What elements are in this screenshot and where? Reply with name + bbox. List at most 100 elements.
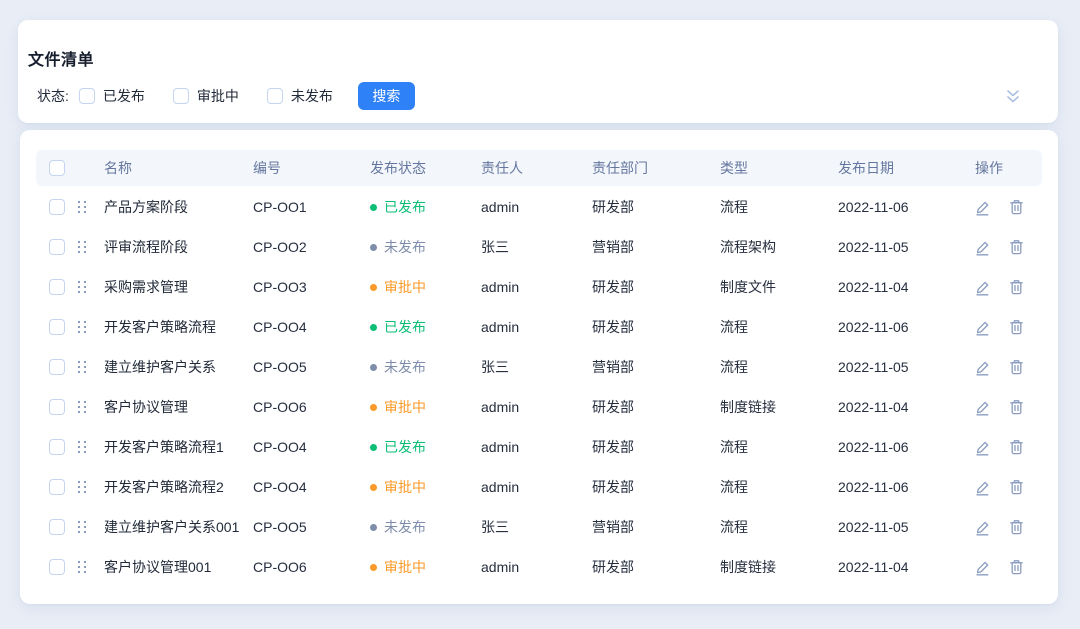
publish-date: 2022-11-04 bbox=[834, 399, 970, 415]
file-type: 制度链接 bbox=[716, 397, 834, 417]
search-button[interactable]: 搜索 bbox=[358, 82, 415, 110]
owner: admin bbox=[478, 319, 588, 335]
edit-button[interactable] bbox=[975, 359, 991, 376]
unpublished-checkbox-label: 未发布 bbox=[291, 86, 333, 106]
file-type: 流程 bbox=[716, 197, 834, 217]
file-code: CP-OO1 bbox=[246, 199, 366, 215]
delete-button[interactable] bbox=[1008, 319, 1024, 336]
table-row: 采购需求管理 CP-OO3 审批中 admin 研发部 制度文件 2022-11… bbox=[36, 267, 1042, 307]
edit-button[interactable] bbox=[975, 439, 991, 456]
row-checkbox[interactable] bbox=[49, 279, 65, 295]
row-checkbox[interactable] bbox=[49, 439, 65, 455]
status-dot-icon bbox=[370, 564, 377, 571]
file-code: CP-OO4 bbox=[246, 319, 366, 335]
column-header-actions: 操作 bbox=[970, 158, 1042, 178]
drag-handle-icon[interactable] bbox=[78, 200, 88, 214]
owner: 张三 bbox=[478, 517, 588, 537]
file-code: CP-OO4 bbox=[246, 439, 366, 455]
owner: admin bbox=[478, 279, 588, 295]
drag-handle-icon[interactable] bbox=[78, 480, 88, 494]
file-type: 流程 bbox=[716, 477, 834, 497]
edit-button[interactable] bbox=[975, 559, 991, 576]
status-label: 审批中 bbox=[384, 397, 426, 417]
status-label: 已发布 bbox=[384, 437, 426, 457]
edit-button[interactable] bbox=[975, 399, 991, 416]
status-badge: 已发布 bbox=[370, 317, 426, 337]
drag-handle-icon[interactable] bbox=[78, 440, 88, 454]
row-checkbox[interactable] bbox=[49, 479, 65, 495]
row-checkbox[interactable] bbox=[49, 399, 65, 415]
publish-date: 2022-11-04 bbox=[834, 279, 970, 295]
filter-row: 状态: 已发布 审批中 未发布 搜索 bbox=[37, 82, 1040, 110]
edit-button[interactable] bbox=[975, 199, 991, 216]
edit-button[interactable] bbox=[975, 239, 991, 256]
file-type: 流程架构 bbox=[716, 237, 834, 257]
table-row: 开发客户策略流程 CP-OO4 已发布 admin 研发部 流程 2022-11… bbox=[36, 307, 1042, 347]
file-code: CP-OO5 bbox=[246, 519, 366, 535]
status-badge: 已发布 bbox=[370, 437, 426, 457]
drag-handle-icon[interactable] bbox=[78, 320, 88, 334]
edit-button[interactable] bbox=[975, 479, 991, 496]
status-filter-label: 状态: bbox=[37, 86, 69, 106]
row-checkbox[interactable] bbox=[49, 559, 65, 575]
approving-checkbox[interactable] bbox=[173, 88, 189, 104]
delete-button[interactable] bbox=[1008, 199, 1024, 216]
department: 研发部 bbox=[588, 397, 716, 417]
drag-handle-icon[interactable] bbox=[78, 240, 88, 254]
published-checkbox-label: 已发布 bbox=[103, 86, 145, 106]
row-checkbox[interactable] bbox=[49, 519, 65, 535]
column-header-status: 发布状态 bbox=[366, 158, 478, 178]
status-dot-icon bbox=[370, 444, 377, 451]
status-dot-icon bbox=[370, 284, 377, 291]
delete-button[interactable] bbox=[1008, 559, 1024, 576]
edit-button[interactable] bbox=[975, 319, 991, 336]
delete-button[interactable] bbox=[1008, 279, 1024, 296]
delete-button[interactable] bbox=[1008, 399, 1024, 416]
owner: 张三 bbox=[478, 357, 588, 377]
filter-option-published[interactable]: 已发布 bbox=[79, 86, 145, 106]
status-label: 已发布 bbox=[384, 197, 426, 217]
file-name: 客户协议管理 bbox=[104, 397, 188, 417]
file-type: 流程 bbox=[716, 517, 834, 537]
row-checkbox[interactable] bbox=[49, 239, 65, 255]
file-name: 建立维护客户关系001 bbox=[104, 517, 239, 537]
page: { "page": { "title": "文件清单" }, "filters"… bbox=[0, 0, 1080, 629]
edit-button[interactable] bbox=[975, 279, 991, 296]
status-label: 已发布 bbox=[384, 317, 426, 337]
status-label: 未发布 bbox=[384, 357, 426, 377]
edit-button[interactable] bbox=[975, 519, 991, 536]
delete-button[interactable] bbox=[1008, 479, 1024, 496]
table-row: 客户协议管理 CP-OO6 审批中 admin 研发部 制度链接 2022-11… bbox=[36, 387, 1042, 427]
filter-option-approving[interactable]: 审批中 bbox=[173, 86, 239, 106]
row-checkbox[interactable] bbox=[49, 319, 65, 335]
drag-handle-icon[interactable] bbox=[78, 520, 88, 534]
department: 研发部 bbox=[588, 477, 716, 497]
file-name: 评审流程阶段 bbox=[104, 237, 188, 257]
file-code: CP-OO4 bbox=[246, 479, 366, 495]
drag-handle-icon[interactable] bbox=[78, 560, 88, 574]
status-label: 未发布 bbox=[384, 237, 426, 257]
publish-date: 2022-11-06 bbox=[834, 439, 970, 455]
drag-handle-icon[interactable] bbox=[78, 400, 88, 414]
delete-button[interactable] bbox=[1008, 239, 1024, 256]
file-code: CP-OO3 bbox=[246, 279, 366, 295]
unpublished-checkbox[interactable] bbox=[267, 88, 283, 104]
file-name: 产品方案阶段 bbox=[104, 197, 188, 217]
delete-button[interactable] bbox=[1008, 519, 1024, 536]
filter-option-unpublished[interactable]: 未发布 bbox=[267, 86, 333, 106]
published-checkbox[interactable] bbox=[79, 88, 95, 104]
row-checkbox[interactable] bbox=[49, 359, 65, 375]
delete-button[interactable] bbox=[1008, 359, 1024, 376]
owner: admin bbox=[478, 199, 588, 215]
column-header-owner: 责任人 bbox=[478, 158, 588, 178]
delete-button[interactable] bbox=[1008, 439, 1024, 456]
chevron-double-down-icon[interactable] bbox=[1004, 88, 1022, 104]
drag-handle-icon[interactable] bbox=[78, 360, 88, 374]
row-checkbox[interactable] bbox=[49, 199, 65, 215]
drag-handle-icon[interactable] bbox=[78, 280, 88, 294]
file-name: 建立维护客户关系 bbox=[104, 357, 216, 377]
owner: admin bbox=[478, 559, 588, 575]
table-body: 产品方案阶段 CP-OO1 已发布 admin 研发部 流程 2022-11-0… bbox=[36, 187, 1042, 587]
select-all-checkbox[interactable] bbox=[49, 160, 65, 176]
file-type: 流程 bbox=[716, 357, 834, 377]
